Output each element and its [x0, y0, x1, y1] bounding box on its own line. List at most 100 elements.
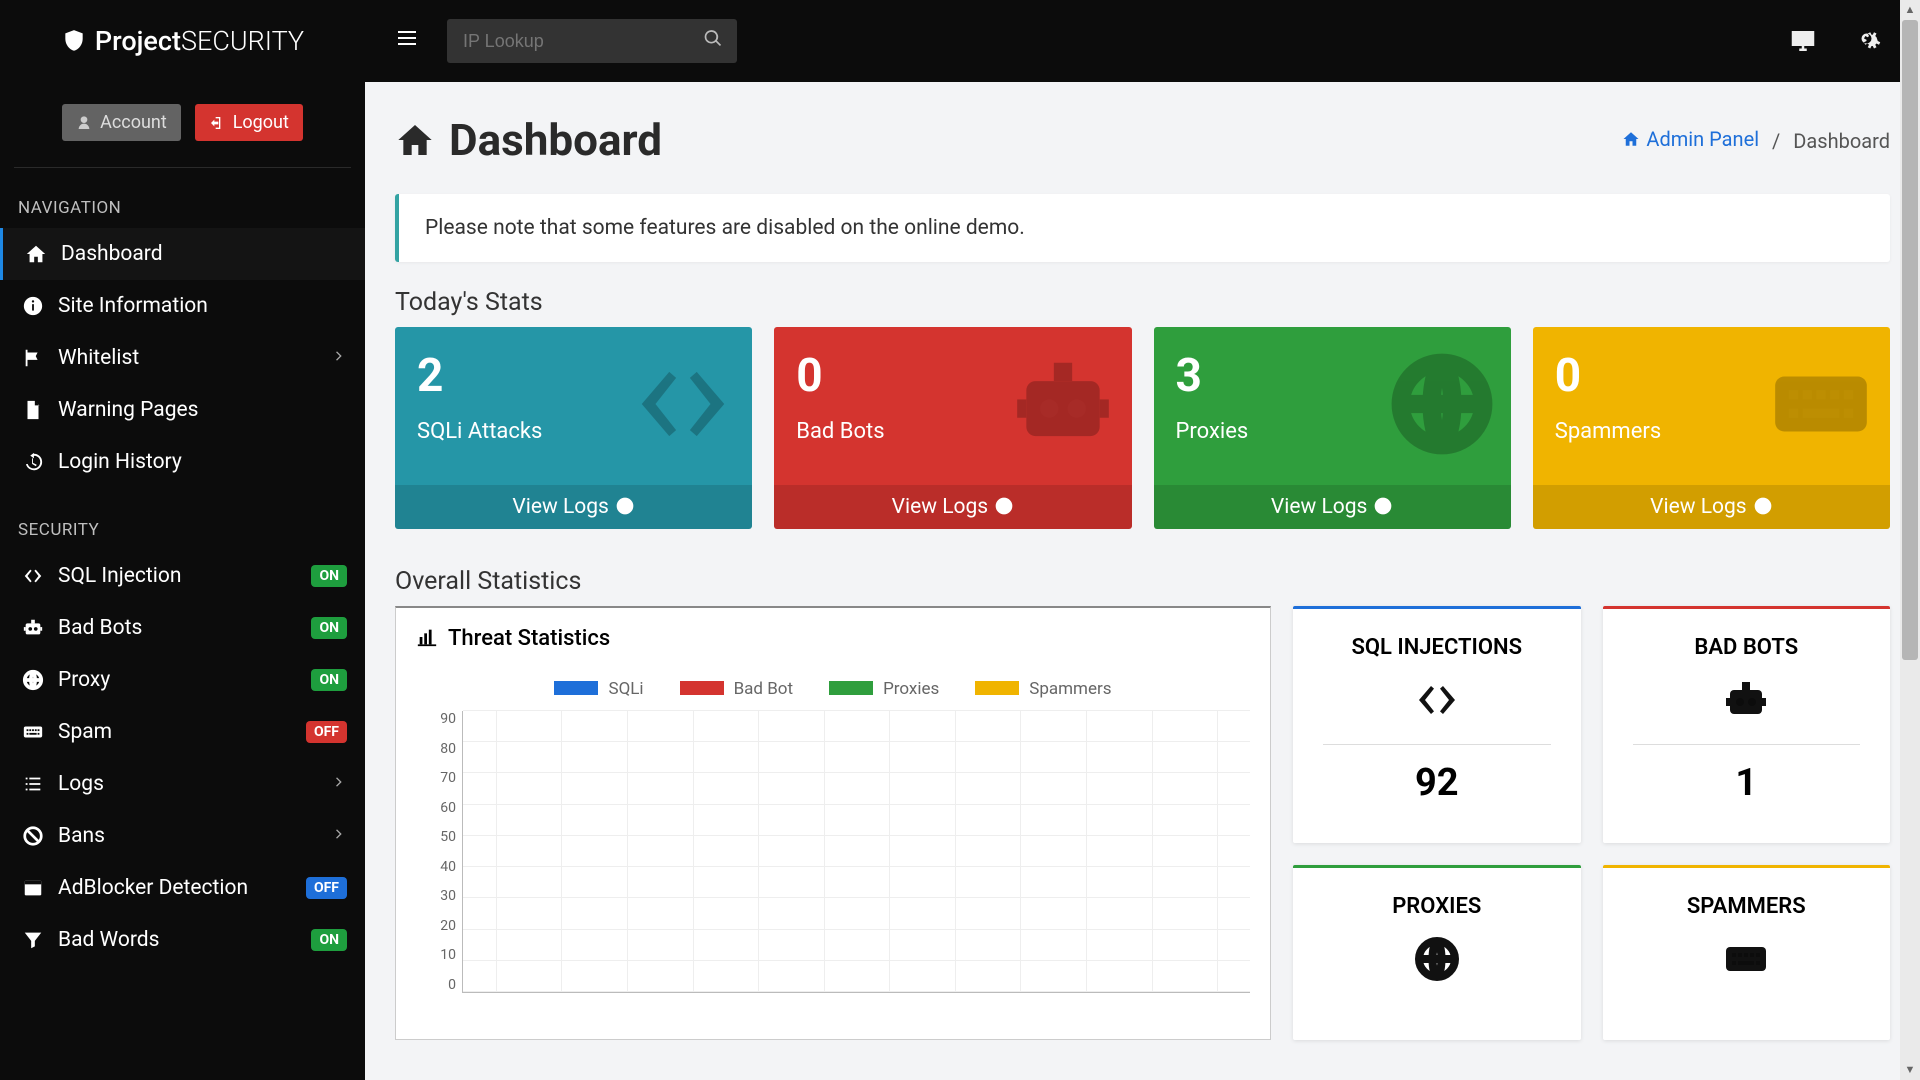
sidebar: Project SECURITY Account Logout NAVIGATI…: [0, 0, 365, 1080]
arrow-circle-icon: [1373, 496, 1393, 516]
status-badge: ON: [311, 617, 347, 639]
sidebar-item-label: Site Information: [58, 294, 208, 318]
view-logs-spammers[interactable]: View Logs: [1533, 485, 1890, 529]
topbar: [365, 0, 1920, 82]
code-icon: [22, 565, 44, 587]
threat-stats-title: Threat Statistics: [448, 626, 610, 651]
monitor-icon[interactable]: [1788, 26, 1818, 56]
list-icon: [22, 773, 44, 795]
scroll-down-icon[interactable]: ▼: [1900, 1060, 1920, 1080]
keyboard-icon: [1766, 349, 1876, 463]
overall-stats-title: Overall Statistics: [395, 567, 1890, 596]
globe-icon: [1303, 935, 1571, 987]
file-icon: [22, 399, 44, 421]
chart-icon: [416, 626, 438, 648]
status-badge: ON: [311, 669, 347, 691]
gears-icon[interactable]: [1854, 26, 1884, 56]
overall-card-title: BAD BOTS: [1613, 635, 1881, 660]
sidebar-item-label: Proxy: [58, 668, 110, 692]
overall-card-spammers: SPAMMERS: [1603, 865, 1891, 1041]
globe-icon: [1387, 349, 1497, 463]
todays-stats-title: Today's Stats: [395, 288, 1890, 317]
sidebar-item-label: Login History: [58, 450, 182, 474]
sidebar-item-label: Bad Bots: [58, 616, 142, 640]
shield-icon: [61, 28, 87, 54]
scrollbar[interactable]: ▲ ▼: [1900, 0, 1920, 1080]
view-logs-label: View Logs: [1271, 495, 1368, 519]
chart-area: 9080706050403020100: [416, 711, 1250, 1021]
sidebar-item-site-info[interactable]: Site Information: [0, 280, 365, 332]
sidebar-item-whitelist[interactable]: Whitelist: [0, 332, 365, 384]
page-title: Dashboard: [395, 114, 662, 166]
legend-label: Bad Bot: [734, 679, 794, 699]
brand-logo[interactable]: Project SECURITY: [0, 0, 365, 82]
sidebar-item-proxy[interactable]: Proxy ON: [0, 654, 365, 706]
overall-card-title: SPAMMERS: [1613, 894, 1881, 919]
sidebar-item-dashboard[interactable]: Dashboard: [0, 228, 365, 280]
status-badge: OFF: [306, 721, 347, 743]
view-logs-proxies[interactable]: View Logs: [1154, 485, 1511, 529]
scroll-up-icon[interactable]: ▲: [1900, 0, 1920, 20]
status-badge: OFF: [306, 877, 347, 899]
sidebar-item-bans[interactable]: Bans: [0, 810, 365, 862]
sidebar-item-warning-pages[interactable]: Warning Pages: [0, 384, 365, 436]
stat-card-badbots: 0 Bad Bots View Logs: [774, 327, 1131, 529]
code-icon: [1303, 676, 1571, 728]
keyboard-icon: [1613, 935, 1881, 987]
overall-row: Threat Statistics SQLi Bad Bot Proxies S…: [395, 606, 1890, 1040]
sidebar-item-label: Warning Pages: [58, 398, 198, 422]
sidebar-item-bad-bots[interactable]: Bad Bots ON: [0, 602, 365, 654]
user-icon: [76, 115, 92, 131]
sidebar-item-label: Whitelist: [58, 346, 139, 370]
nav-heading-navigation: NAVIGATION: [0, 186, 365, 228]
sidebar-item-spam[interactable]: Spam OFF: [0, 706, 365, 758]
account-label: Account: [100, 112, 167, 133]
legend-label: SQLi: [608, 679, 643, 699]
arrow-circle-icon: [1753, 496, 1773, 516]
search-wrap: [447, 19, 737, 63]
flag-icon: [22, 347, 44, 369]
chevron-right-icon: [331, 348, 347, 364]
bot-icon: [1008, 349, 1118, 463]
account-button[interactable]: Account: [62, 104, 181, 141]
view-logs-badbots[interactable]: View Logs: [774, 485, 1131, 529]
arrow-circle-icon: [994, 496, 1014, 516]
threat-stats-heading: Threat Statistics: [416, 626, 1250, 651]
sidebar-item-sql-injection[interactable]: SQL InjectionON: [0, 550, 365, 602]
sidebar-item-label: SQL Injection: [58, 564, 181, 588]
ban-icon: [22, 825, 44, 847]
threat-chart: SQLi Bad Bot Proxies Spammers 9080706050…: [416, 679, 1250, 1021]
search-button[interactable]: [703, 29, 723, 54]
brand-text-b: SECURITY: [181, 25, 304, 57]
sidebar-item-label: Bad Words: [58, 928, 159, 952]
sidebar-item-logs[interactable]: Logs: [0, 758, 365, 810]
stat-card-sqli: 2 SQLi Attacks View Logs: [395, 327, 752, 529]
sidebar-item-label: Spam: [58, 720, 112, 744]
top-icons: [1788, 26, 1902, 56]
search-icon: [703, 29, 723, 49]
brand-text-a: Project: [95, 25, 181, 57]
breadcrumb-admin-link[interactable]: Admin Panel: [1622, 127, 1759, 151]
scrollbar-thumb[interactable]: [1902, 20, 1918, 660]
view-logs-sqli[interactable]: View Logs: [395, 485, 752, 529]
history-icon: [22, 451, 44, 473]
bot-icon: [1613, 676, 1881, 728]
filter-icon: [22, 929, 44, 951]
sidebar-item-label: Bans: [58, 824, 105, 848]
home-icon: [25, 243, 47, 265]
view-logs-label: View Logs: [512, 495, 609, 519]
overall-card-sql-injections: SQL INJECTIONS 92: [1293, 606, 1581, 843]
overall-card-proxies: PROXIES: [1293, 865, 1581, 1041]
home-icon: [1622, 130, 1640, 148]
ip-lookup-input[interactable]: [447, 19, 737, 63]
logout-button[interactable]: Logout: [195, 104, 303, 141]
overall-card-value: 1: [1613, 761, 1881, 805]
sidebar-item-login-history[interactable]: Login History: [0, 436, 365, 488]
stat-card-spammers: 0 Spammers View Logs: [1533, 327, 1890, 529]
sidebar-item-bad-words[interactable]: Bad WordsON: [0, 914, 365, 966]
logout-label: Logout: [233, 112, 289, 133]
menu-toggle-button[interactable]: [395, 26, 419, 57]
sidebar-item-adblocker[interactable]: AdBlocker DetectionOFF: [0, 862, 365, 914]
bars-icon: [395, 26, 419, 50]
breadcrumb-current: Dashboard: [1793, 129, 1890, 153]
